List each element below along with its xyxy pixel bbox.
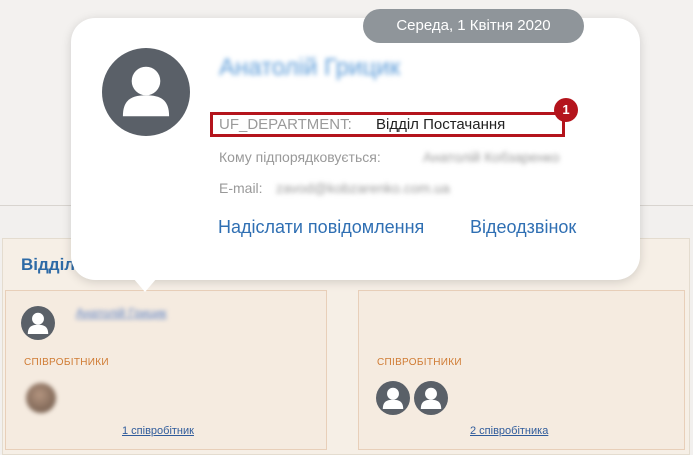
person-icon [420,387,442,410]
manager-value: Анатолій Кобзаренко [423,149,560,165]
employee-avatar[interactable] [376,381,410,415]
user-avatar[interactable] [102,48,190,136]
date-pill: Середа, 1 Квітня 2020 [363,9,584,43]
employee-count-link[interactable]: 1 співробітник [122,425,194,437]
person-icon [382,387,404,410]
department-title: Відділ [21,255,76,274]
user-name-link[interactable]: Анатолій Грицик [219,54,400,82]
employee-avatar[interactable] [26,383,56,413]
staff-label: СПІВРОБІТНИКИ [377,357,462,368]
employee-avatar[interactable] [414,381,448,415]
manager-label: Кому підпорядковується: [219,149,381,165]
department-field-label: UF_DEPARTMENT: [219,116,352,133]
head-name-link[interactable]: Анатолій Грицик [76,306,167,320]
annotation-badge: 1 [554,98,578,122]
person-icon [27,312,49,335]
popup-pointer [133,278,157,292]
email-label: E-mail: [219,180,263,196]
person-icon [122,66,170,117]
employee-count-link[interactable]: 2 співробітника [470,425,548,437]
department-card-left: Анатолій Грицик СПІВРОБІТНИКИ 1 співробі… [5,290,327,450]
head-avatar[interactable] [21,306,55,340]
video-call-link[interactable]: Відеодзвінок [470,217,576,238]
department-field-value: Відділ Постачання [376,116,506,133]
send-message-link[interactable]: Надіслати повідомлення [218,217,424,238]
department-card-right: СПІВРОБІТНИКИ 2 співробітника [358,290,685,450]
staff-label: СПІВРОБІТНИКИ [24,357,109,368]
email-value: zavod@kobzarenko.com.ua [276,180,450,196]
